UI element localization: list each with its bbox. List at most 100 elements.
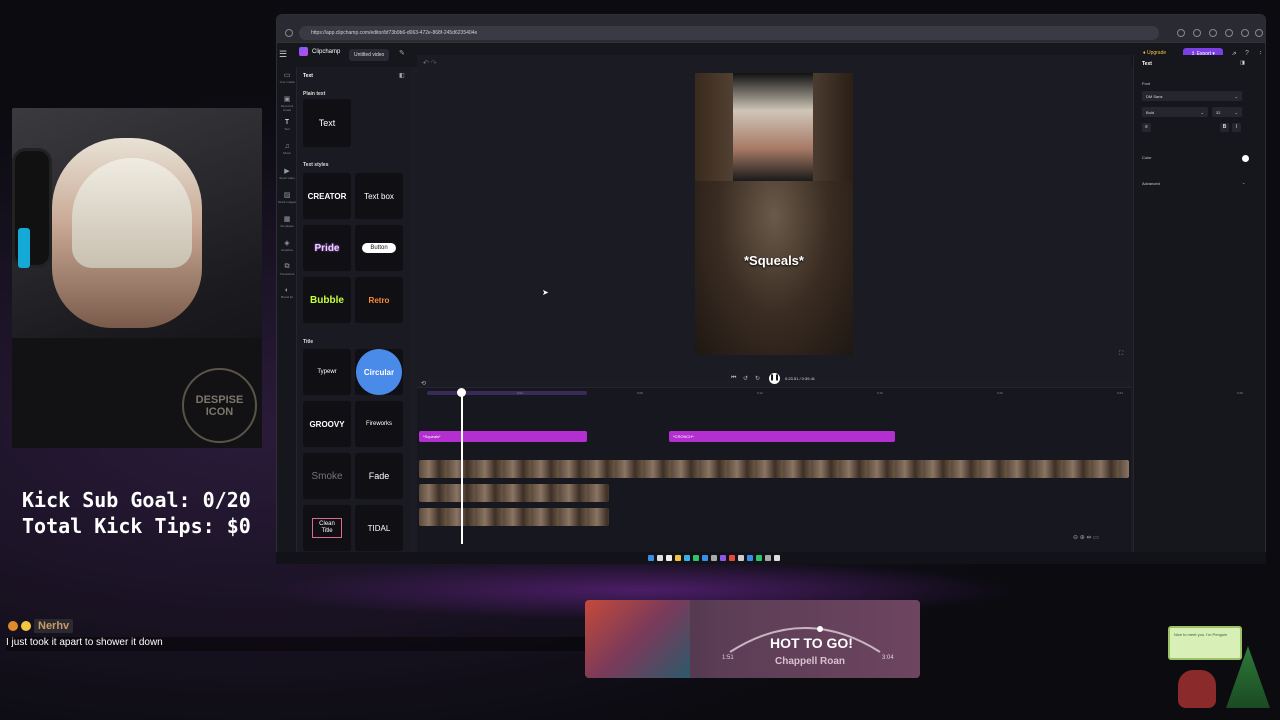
rail-item-label: Record & create — [280, 104, 294, 112]
badge-icon — [21, 621, 31, 631]
fullscreen-icon[interactable]: ⛶ — [1119, 351, 1123, 358]
rail-item-brand-kit[interactable]: ◐ Brand kit — [277, 287, 297, 307]
title-tile-tidal[interactable]: TIDAL — [355, 505, 403, 551]
taskbar-app-icon[interactable] — [648, 555, 654, 561]
extension-icon[interactable] — [1209, 29, 1217, 37]
italic-button[interactable]: I — [1232, 123, 1241, 132]
rail-item-transitions[interactable]: ⧉ Transitions — [277, 263, 297, 283]
pause-button[interactable]: ❚❚ — [769, 373, 780, 384]
style-tile-creator[interactable]: CREATOR — [303, 173, 351, 219]
rail-item-stock-video[interactable]: ▶ Stock video — [277, 167, 297, 187]
title-tile-circular[interactable]: Circular — [355, 349, 403, 395]
taskbar-app-icon[interactable] — [765, 555, 771, 561]
profile-icon[interactable] — [1241, 29, 1249, 37]
style-tile-button[interactable]: Button — [355, 225, 403, 271]
video-clip[interactable] — [419, 508, 609, 526]
preview-top-clip — [695, 73, 853, 181]
taskbar-app-icon[interactable] — [693, 555, 699, 561]
plain-text-tile[interactable]: Text — [303, 99, 351, 147]
size-select[interactable]: 32 ⌄ — [1212, 107, 1242, 117]
chat-username: Nerhv — [34, 619, 74, 633]
rail-item-your-media[interactable]: ▭ Your media — [277, 71, 297, 91]
total-time: 3:04 — [882, 655, 894, 661]
collapse-right-icon[interactable]: ◨ — [1238, 59, 1247, 68]
undo-icon[interactable]: ↶ ↷ — [423, 59, 437, 67]
rail-item-label: Your media — [279, 80, 295, 84]
skip-back-icon[interactable]: ⏮ — [731, 375, 736, 382]
properties-title: Text — [1142, 61, 1152, 67]
color-label: Color — [1142, 155, 1152, 160]
style-tile-text-box[interactable]: Text box — [355, 173, 403, 219]
video-preview[interactable]: *Squeals* — [695, 73, 853, 355]
taskbar-app-icon[interactable] — [666, 555, 672, 561]
playhead[interactable] — [461, 390, 463, 544]
zoom-out-icon[interactable]: ⊖ — [1073, 535, 1078, 541]
bold-button[interactable]: B — [1220, 123, 1229, 132]
rail-item-stock-images[interactable]: ▨ Stock images — [277, 191, 297, 211]
font-select[interactable]: DM Sans ⌄ — [1142, 91, 1242, 101]
rewind-icon[interactable]: ↺ — [743, 375, 748, 382]
taskbar-app-icon[interactable] — [756, 555, 762, 561]
rail-item-label: Stock video — [279, 176, 295, 180]
video-clip[interactable] — [419, 460, 1129, 478]
title-tile-typewriter[interactable]: Typewr — [303, 349, 351, 395]
url-field[interactable]: https://app.clipchamp.com/editor/bf73b9b… — [299, 26, 1159, 40]
taskbar-app-icon[interactable] — [702, 555, 708, 561]
taskbar-app-icon[interactable] — [738, 555, 744, 561]
hamburger-menu-icon[interactable]: ☰ — [279, 49, 288, 60]
style-tile-retro[interactable]: Retro — [355, 277, 403, 323]
taskbar-app-icon[interactable] — [729, 555, 735, 561]
align-icon[interactable]: ≡ — [1142, 123, 1151, 132]
taskbar-app-icon[interactable] — [657, 555, 663, 561]
timeline-ruler[interactable]: 0:04 0:08 0:12 0:16 0:20 0:24 0:28 — [417, 388, 1243, 398]
rail-item-label: Music — [283, 151, 291, 155]
color-swatch[interactable] — [1242, 155, 1249, 162]
song-title: HOT TO GO! — [770, 635, 853, 651]
text-clip-squeals[interactable]: *Squeals* — [419, 431, 587, 442]
rail-item-templates[interactable]: ▦ Templates — [277, 215, 297, 235]
magnet-icon[interactable]: ⟲ — [421, 380, 426, 387]
chevron-down-icon[interactable]: ⌄ — [1242, 180, 1245, 185]
taskbar-app-icon[interactable] — [774, 555, 780, 561]
extension-icon[interactable] — [1193, 29, 1201, 37]
title-tile-clean[interactable]: Clean Title — [303, 505, 351, 551]
rail-item-record-create[interactable]: ▣ Record & create — [277, 95, 297, 115]
taskbar-app-icon[interactable] — [675, 555, 681, 561]
project-name-field[interactable]: Untitled video — [349, 49, 390, 61]
style-tile-bubble[interactable]: Bubble — [303, 277, 351, 323]
expand-icon[interactable]: ▭ — [1093, 535, 1099, 541]
zoom-in-icon[interactable]: ⊕ — [1080, 535, 1085, 541]
advanced-toggle[interactable]: Advanced — [1142, 181, 1160, 186]
taskbar-app-icon[interactable] — [711, 555, 717, 561]
badge-icon — [8, 621, 18, 631]
fit-icon[interactable]: ⇹ — [1086, 535, 1091, 541]
forward-icon[interactable]: ↻ — [755, 375, 760, 382]
video-clip[interactable] — [419, 484, 609, 502]
reload-icon[interactable] — [285, 29, 293, 37]
brand: Clipchamp — [299, 47, 340, 56]
circular-style-label: Circular — [356, 349, 402, 395]
title-tile-groovy[interactable]: GROOVY — [303, 401, 351, 447]
rail-item-music[interactable]: ♫ Music — [277, 143, 297, 163]
extension-icon[interactable] — [1177, 29, 1185, 37]
taskbar-app-icon[interactable] — [720, 555, 726, 561]
style-tile-pride[interactable]: Pride — [303, 225, 351, 271]
ruler-tick-label: 0:16 — [877, 391, 883, 395]
text-clip-cronch[interactable]: *CRONCH* — [669, 431, 895, 442]
extension-icon[interactable] — [1225, 29, 1233, 37]
taskbar — [276, 552, 1266, 564]
rail-item-graphics[interactable]: ◈ Graphics — [277, 239, 297, 259]
rail-item-text[interactable]: T Text — [277, 119, 297, 139]
tab-strip — [277, 15, 1265, 23]
chevron-down-icon: ⌄ — [1234, 110, 1238, 115]
browser-menu-icon[interactable] — [1255, 29, 1263, 37]
preview-caption[interactable]: *Squeals* — [695, 253, 853, 268]
weight-select[interactable]: Bold ⌄ — [1142, 107, 1208, 117]
title-tile-fade[interactable]: Fade — [355, 453, 403, 499]
taskbar-app-icon[interactable] — [747, 555, 753, 561]
title-tile-fireworks[interactable]: Fireworks — [355, 401, 403, 447]
title-tile-smoke[interactable]: Smoke — [303, 453, 351, 499]
collapse-panel-icon[interactable]: ◧ — [399, 72, 405, 79]
taskbar-app-icon[interactable] — [684, 555, 690, 561]
edit-icon[interactable]: ✎ — [399, 49, 405, 57]
